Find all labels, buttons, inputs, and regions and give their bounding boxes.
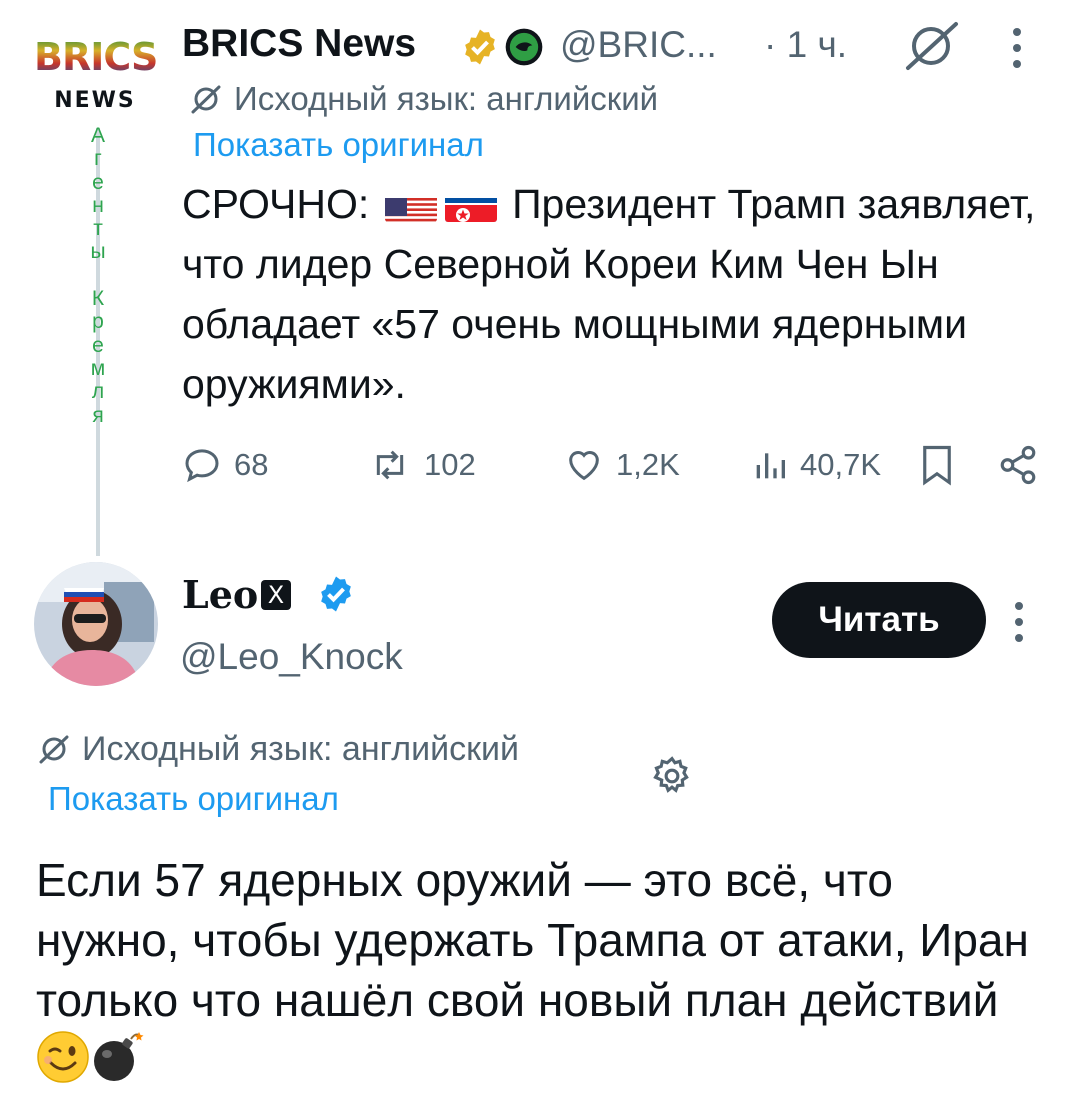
show-original-link[interactable]: Показать оригинал [193,126,484,164]
author-handle[interactable]: @BRIC... [560,24,717,66]
like-button[interactable]: 1,2K [564,442,680,488]
author-name[interactable]: Leo [182,572,258,617]
avatar[interactable] [34,562,158,686]
translate-slash-icon [39,735,69,764]
translation-source-language: Исходный язык: английский [36,730,519,769]
north-korea-flag-icon [444,188,497,222]
follow-button[interactable]: Читать [772,582,986,658]
author-name[interactable]: BRICS News [182,22,416,66]
x-affiliate-badge: X [261,580,291,610]
repost-button[interactable]: 102 [368,442,476,488]
grok-icon[interactable] [900,20,962,72]
views-button[interactable]: 40,7K [752,442,881,488]
reply-button[interactable]: 68 [182,442,268,488]
reply-icon [185,449,219,483]
author-handle[interactable]: @Leo_Knock [180,636,403,678]
brics-logo-subtext: NEWS [54,88,136,113]
translation-source-language: Исходный язык: английский [188,80,658,118]
gold-verified-badge-icon [465,29,495,65]
tweet-body: СРОЧНО: Президент Трамп заявляет, что ли… [182,181,1036,407]
more-options-icon[interactable] [1006,598,1032,646]
brics-logo-text: BRICS [34,35,158,79]
vertical-overlay-label: А г е н т ы К р е м л я [90,124,106,427]
bookmark-icon[interactable] [918,444,956,486]
us-flag-icon [384,188,437,222]
affiliate-badge-icon [505,28,543,66]
translate-slash-icon [191,85,221,114]
views-chart-icon [756,453,785,479]
winking-face-icon [37,1031,89,1083]
verified-badge-icon [321,576,351,612]
heart-icon [569,451,599,481]
repost-icon [376,450,404,480]
gear-icon[interactable] [650,754,694,798]
tweet-body: Если 57 ядерных оружий — это всё, что ну… [36,850,1046,1090]
bomb-icon [94,1032,144,1081]
show-original-link[interactable]: Показать оригинал [48,780,339,818]
share-icon[interactable] [996,444,1040,486]
brics-news-avatar[interactable]: BRICS NEWS [34,35,158,122]
more-options-icon[interactable] [1004,24,1030,72]
post-time[interactable]: · 1 ч. [764,24,847,66]
